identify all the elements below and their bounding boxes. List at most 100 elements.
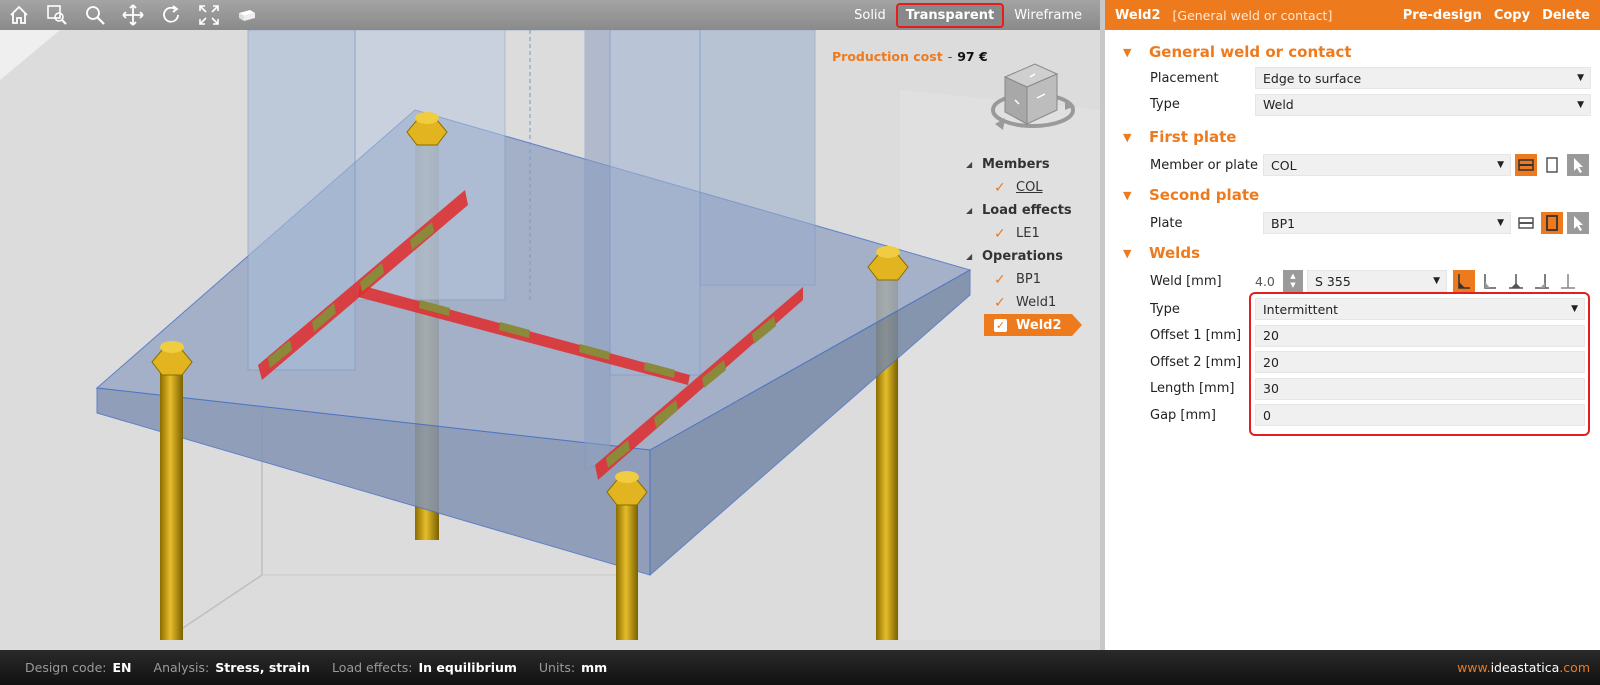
status-value: In equilibrium [418,660,517,675]
weld-size-value[interactable]: 4.0 [1255,274,1283,289]
collapse-triangle-icon[interactable]: ◢ [966,252,982,261]
select-face-icon[interactable] [1541,212,1563,234]
stepper-down-icon[interactable]: ▼ [1290,281,1295,290]
model-tree: ◢ Members ✓ COL ◢ Load effects ✓ LE1 ◢ O… [966,153,1083,336]
view-cube-icon[interactable] [228,0,266,30]
collapse-triangle-icon[interactable]: ◢ [966,206,982,215]
row-placement: Placement Edge to surface ▼ [1105,65,1600,92]
select-edge-icon[interactable] [1515,154,1537,176]
select-edge-icon[interactable] [1515,212,1537,234]
weld-fillet-double-icon[interactable] [1505,270,1527,292]
pick-pointer-icon[interactable] [1567,212,1589,234]
tree-group-load-effects[interactable]: ◢ Load effects [966,199,1083,222]
collapse-triangle-icon[interactable]: ▼ [1123,247,1149,260]
rotate-icon[interactable] [152,0,190,30]
weld-material-select[interactable]: S 355 ▼ [1307,270,1447,292]
column-flange-right-back[interactable] [699,29,816,286]
navigation-cube[interactable] [985,52,1080,141]
collapse-triangle-icon[interactable]: ▼ [1123,189,1149,202]
row-member-or-plate: Member or plate COL ▼ [1105,150,1600,180]
weld-size-stepper[interactable]: ▲ ▼ [1283,270,1303,292]
type-label: Type [1150,97,1180,113]
section-second-plate[interactable]: ▼ Second plate [1105,182,1600,208]
placement-select[interactable]: Edge to surface ▼ [1255,67,1591,90]
placement-value: Edge to surface [1263,70,1362,86]
length-input[interactable]: 30 [1255,377,1585,400]
weld-type-value: Intermittent [1263,301,1339,317]
status-load-effects: Load effects: In equilibrium [332,660,517,675]
collapse-triangle-icon[interactable]: ▼ [1123,46,1149,59]
placement-label: Placement [1150,70,1219,86]
delete-button[interactable]: Delete [1542,8,1590,23]
tree-item-weld1[interactable]: ✓ Weld1 [968,291,1083,314]
checkmark-icon: ✓ [994,225,1006,242]
row-weld: Weld [mm] 4.0 ▲ ▼ S 355 ▼ [1105,266,1600,296]
weld-none-icon[interactable] [1557,270,1579,292]
status-bar: Design code: EN Analysis: Stress, strain L… [0,650,1600,685]
select-face-icon[interactable] [1541,154,1563,176]
offset2-value: 20 [1263,354,1279,370]
weld-fillet-other-icon[interactable] [1479,270,1501,292]
view-mode-solid[interactable]: Solid [848,4,892,27]
section-general[interactable]: ▼ General weld or contact [1105,39,1600,65]
tree-item-le1[interactable]: ✓ LE1 [968,222,1083,245]
copy-button[interactable]: Copy [1494,8,1530,23]
brand-name: ideastatica [1490,660,1560,675]
home-icon[interactable] [0,0,38,30]
weld-fillet-single-icon[interactable] [1453,270,1475,292]
production-cost-label: Production cost [832,49,943,64]
checkbox-checked-icon[interactable]: ✓ [994,318,1007,332]
offset1-input[interactable]: 20 [1255,324,1585,347]
dropdown-arrow-icon: ▼ [1577,73,1584,84]
plate-select[interactable]: BP1 ▼ [1263,212,1511,234]
tree-group-operations[interactable]: ◢ Operations [966,245,1083,268]
anchor-bolt-front-left[interactable] [160,365,183,640]
member-or-plate-label: Member or plate [1150,157,1258,173]
status-units: Units: mm [539,660,607,675]
column-web[interactable] [354,29,506,301]
pre-design-button[interactable]: Pre-design [1403,8,1482,23]
fit-icon[interactable] [190,0,228,30]
section-welds[interactable]: ▼ Welds [1105,240,1600,266]
zoom-window-icon[interactable] [38,0,76,30]
zoom-icon[interactable] [76,0,114,30]
dropdown-arrow-icon: ▼ [1433,276,1440,286]
tree-item-bp1[interactable]: ✓ BP1 [968,268,1083,291]
type-select[interactable]: Weld ▼ [1255,93,1591,116]
viewport-toolbar: Solid Transparent Wireframe [0,0,1100,30]
3d-viewport[interactable]: Solid Transparent Wireframe Production c… [0,0,1100,650]
offset2-input[interactable]: 20 [1255,351,1585,374]
3d-model-scene[interactable] [0,0,1100,650]
tree-item-label: Weld2 [1016,317,1062,333]
section-title: General weld or contact [1149,43,1352,61]
dropdown-arrow-icon: ▼ [1571,304,1578,315]
tree-item-weld2[interactable]: ✓ Weld2 [984,314,1082,336]
gap-input[interactable]: 0 [1255,404,1585,427]
status-label: Analysis: [153,660,210,675]
tree-group-members[interactable]: ◢ Members [966,153,1083,176]
view-mode-wireframe[interactable]: Wireframe [1008,4,1088,27]
tree-item-col[interactable]: ✓ COL [968,176,1083,199]
row-plate: Plate BP1 ▼ [1105,208,1600,238]
collapse-triangle-icon[interactable]: ◢ [966,160,982,169]
stepper-up-icon[interactable]: ▲ [1290,272,1295,281]
row-offset1: Offset 1 [mm] 20 [1105,323,1600,350]
checkmark-icon: ✓ [994,179,1006,196]
status-label: Load effects: [332,660,413,675]
column-flange-left[interactable] [247,29,356,371]
weld-type-select[interactable]: Intermittent ▼ [1255,298,1585,321]
weld-butt-icon[interactable] [1531,270,1553,292]
collapse-triangle-icon[interactable]: ▼ [1123,131,1149,144]
anchor-bolt-front-right[interactable] [616,495,638,640]
panel-header: Weld2 [General weld or contact] Pre-desi… [1105,0,1600,30]
section-first-plate[interactable]: ▼ First plate [1105,124,1600,150]
status-design-code: Design code: EN [25,660,132,675]
brand-link[interactable]: www.ideastatica.com [1457,660,1590,675]
pan-icon[interactable] [114,0,152,30]
column-flange-right[interactable] [609,29,701,376]
pick-pointer-icon[interactable] [1567,154,1589,176]
length-label: Length [mm] [1150,381,1235,397]
status-value: mm [581,660,608,675]
view-mode-transparent[interactable]: Transparent [895,2,1005,28]
member-or-plate-select[interactable]: COL ▼ [1263,154,1511,176]
